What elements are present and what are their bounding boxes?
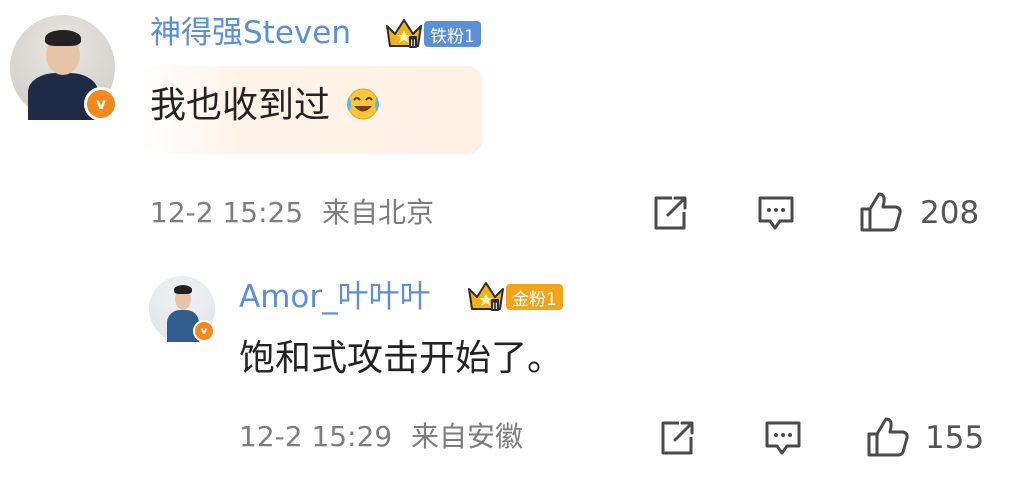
avatar[interactable]: v	[149, 276, 215, 342]
share-icon[interactable]	[657, 418, 697, 458]
crown-icon: II	[468, 282, 504, 312]
avatar[interactable]: v	[10, 15, 118, 121]
share-icon[interactable]	[650, 193, 690, 233]
comment-meta: 12-2 15:25 来自北京	[150, 194, 434, 232]
comment-text: 我也收到过	[150, 83, 383, 129]
fan-badge[interactable]: 铁粉1	[424, 21, 481, 47]
crying-laugh-emoji-icon	[347, 88, 380, 120]
comment-text: 饱和式攻击开始了。	[239, 338, 564, 379]
comment-reply-icon[interactable]	[762, 418, 804, 458]
timestamp: 12-2 15:29	[239, 420, 393, 453]
svg-text:II: II	[410, 39, 415, 49]
like-thumb-icon[interactable]	[858, 190, 904, 234]
like-thumb-icon[interactable]	[865, 415, 911, 459]
location: 来自安徽	[411, 420, 524, 453]
like-count: 208	[920, 195, 980, 231]
username[interactable]: 神得强Steven	[150, 13, 351, 53]
like-count: 155	[925, 420, 985, 456]
verified-v-icon: v	[84, 87, 118, 121]
comment-meta: 12-2 15:29 来自安徽	[239, 418, 523, 456]
svg-text:II: II	[492, 302, 497, 312]
comment-reply-icon[interactable]	[755, 193, 797, 233]
verified-v-icon: v	[193, 320, 215, 342]
avatar-hair	[174, 285, 192, 294]
fan-badge[interactable]: 金粉1	[506, 284, 563, 310]
comment-text-content: 我也收到过	[150, 85, 331, 126]
location: 来自北京	[322, 196, 435, 229]
timestamp: 12-2 15:25	[150, 196, 304, 229]
username[interactable]: Amor_叶叶叶	[239, 277, 431, 317]
avatar-hair	[45, 30, 81, 46]
crown-icon: II	[386, 19, 422, 49]
